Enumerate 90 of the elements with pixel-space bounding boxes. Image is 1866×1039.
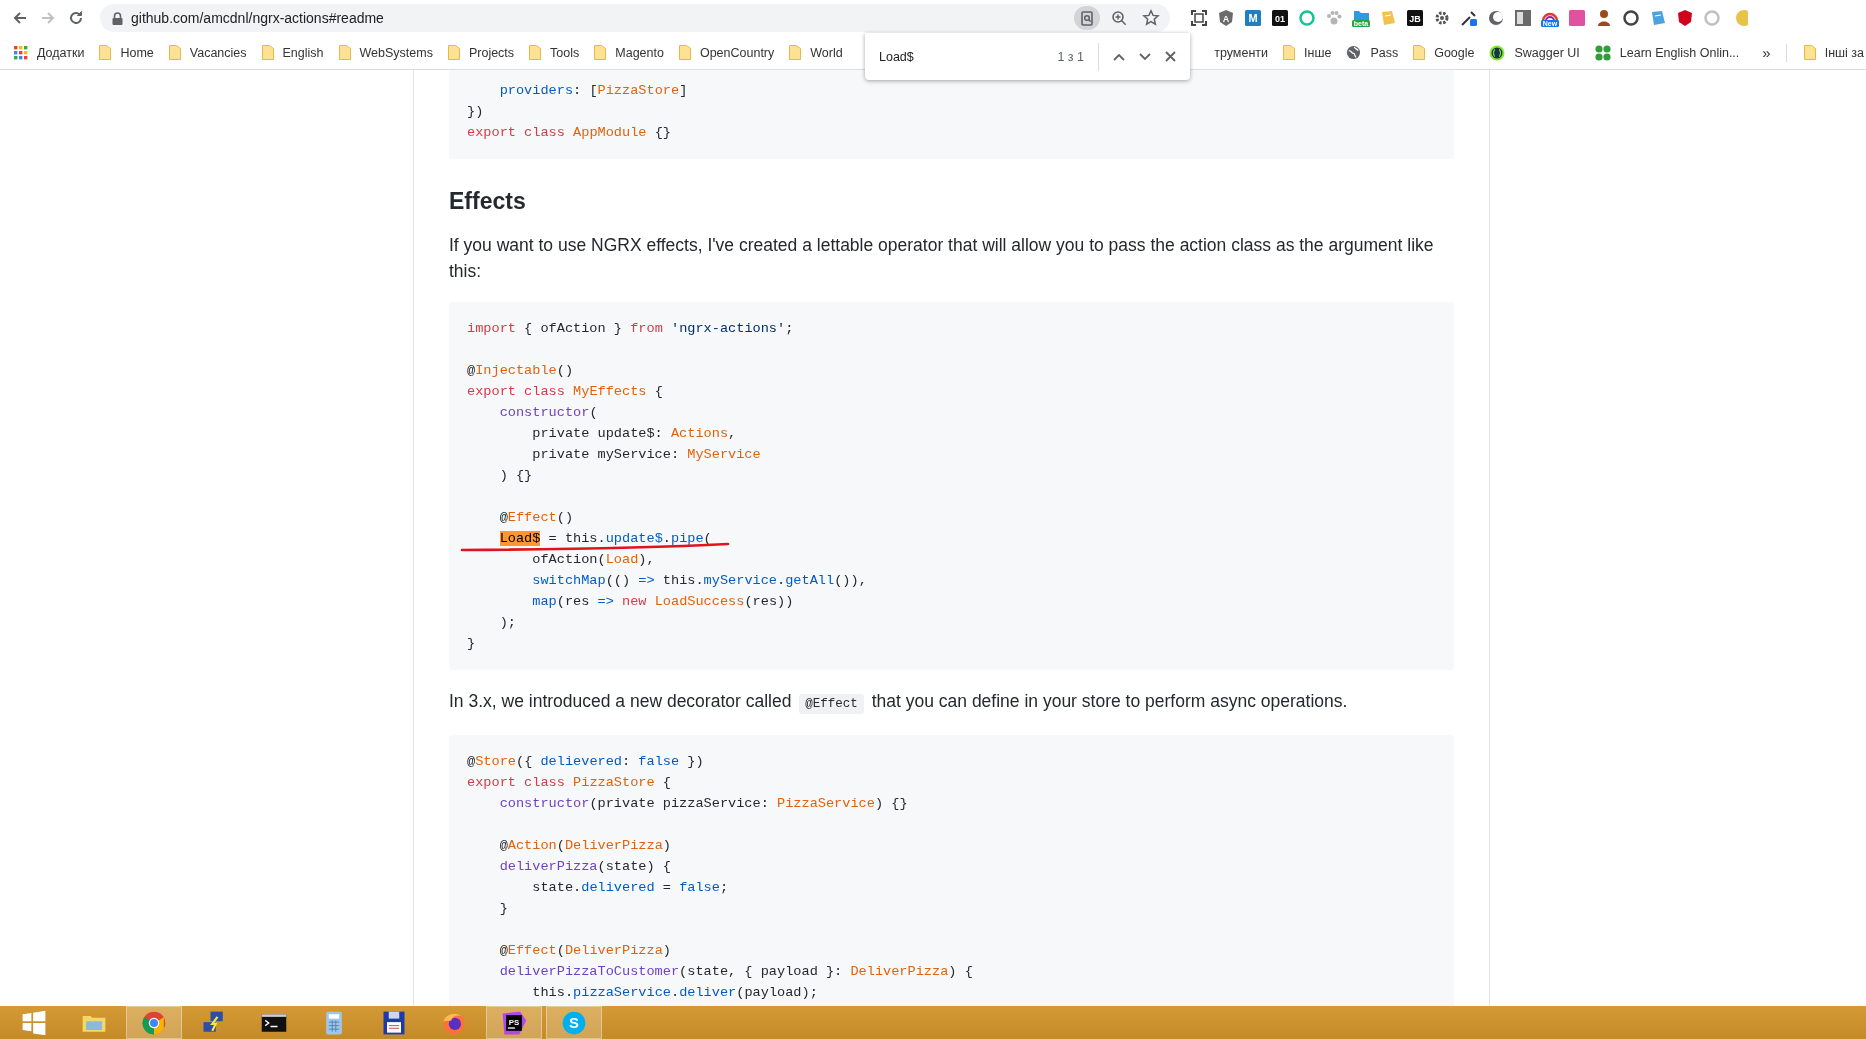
bookmark[interactable]: трументи <box>1212 41 1270 64</box>
match-count: 1 з 1 <box>1057 49 1085 64</box>
code-line: switchMap(() => this.myService.getAll()), <box>531 573 867 588</box>
eyedropper-icon[interactable] <box>1460 9 1478 27</box>
folder-icon <box>789 45 802 60</box>
lock-icon[interactable] <box>112 11 123 25</box>
shield-icon[interactable]: A <box>1217 9 1235 27</box>
folder-icon <box>168 45 181 60</box>
bookmark[interactable]: Інше <box>1281 41 1334 64</box>
bookmark[interactable]: English <box>259 41 326 64</box>
more-bookmarks-button[interactable]: » <box>1762 44 1771 61</box>
bookmark[interactable]: Vacancies <box>166 41 249 64</box>
code-line: private update$: Actions, <box>531 426 737 441</box>
bookmark[interactable]: Projects <box>445 41 517 64</box>
folder-icon <box>447 45 460 60</box>
paragraph: If you want to use NGRX effects, I've created a lettable operator that will allow you to pass the action class as the argument like this: <box>449 234 1435 283</box>
bookmark[interactable]: Pass <box>1344 41 1401 64</box>
panel-icon[interactable] <box>1514 9 1532 27</box>
shield-icon[interactable] <box>1676 9 1694 27</box>
code-line: ofAction(Load), <box>531 552 655 567</box>
bookmark[interactable]: Swagger UI <box>1487 40 1582 65</box>
code-line: import { ofAction } from 'ngrx-actions'; <box>467 321 794 336</box>
moon-icon[interactable] <box>1487 9 1505 27</box>
code-line: ); <box>498 615 516 630</box>
figure-icon[interactable] <box>1595 9 1613 27</box>
bookmark[interactable]: Home <box>97 41 156 64</box>
bookmark[interactable]: World <box>787 41 845 64</box>
bookmark[interactable]: Google <box>1411 41 1477 64</box>
code-line: state.delivered = false; <box>531 880 729 895</box>
address-bar[interactable]: github.com/amcdnl/ngrx-actions#readme <box>100 4 1170 32</box>
code-line: providers: [PizzaStore] <box>498 83 688 98</box>
code-line: deliverPizzaToCustomer(state, { payload }: DeliverPizza) { <box>498 964 973 979</box>
tile-icon[interactable] <box>1568 9 1586 27</box>
bookmark[interactable]: WebSystems <box>336 41 435 64</box>
gear-icon[interactable] <box>1433 9 1451 27</box>
code-line: @Effect(DeliverPizza) <box>498 943 671 958</box>
apps-icon[interactable] <box>14 45 28 60</box>
code-line: }) <box>467 104 484 119</box>
reload-icon[interactable] <box>68 10 84 26</box>
folder-icon <box>99 45 112 60</box>
folder-icon <box>1283 45 1295 60</box>
note-icon[interactable] <box>1649 9 1667 27</box>
section-heading: Effects <box>449 187 527 216</box>
back-icon[interactable] <box>12 10 28 26</box>
folder-icon <box>594 45 607 60</box>
clover-icon <box>1594 44 1611 61</box>
tile-icon[interactable]: JB <box>1406 9 1424 27</box>
tile-icon[interactable]: M <box>1244 9 1262 27</box>
bookmark[interactable]: Інші за <box>1801 41 1866 64</box>
code-line: map(res => new LoadSuccess(res)) <box>531 594 794 609</box>
code-line: private myService: MyService <box>531 447 761 462</box>
folder-icon <box>678 45 691 60</box>
folder-icon <box>338 45 351 60</box>
bookmark[interactable]: Magento <box>592 41 666 64</box>
find-in-page-icon[interactable] <box>1074 6 1100 30</box>
paragraph: In 3.x, we introduced a new decorator called @Effect that you can define in your store to perform async operations. <box>449 688 1454 717</box>
code-line: @Injectable() <box>467 363 574 378</box>
globe-icon <box>1346 45 1362 60</box>
bookmark[interactable]: Tools <box>527 41 582 64</box>
code-line: } <box>467 636 476 651</box>
code-line: @Effect() <box>498 510 574 525</box>
tile-icon[interactable]: 01 <box>1271 9 1289 27</box>
folder-icon <box>1803 45 1816 60</box>
code-line: export class AppModule {} <box>467 125 671 140</box>
code-line: this.pizzaService.deliver(payload); <box>531 985 818 1000</box>
code-line: } <box>498 901 508 916</box>
bookmark[interactable]: Learn English Onlin... <box>1592 40 1742 65</box>
bookmark[interactable]: OpenCountry <box>676 41 777 64</box>
windows-icon[interactable] <box>20 1008 48 1037</box>
code-line: @Action(DeliverPizza) <box>498 838 671 853</box>
chevron-up-icon[interactable] <box>1113 52 1125 61</box>
code-line: export class PizzaStore { <box>467 775 671 790</box>
code-line: constructor( <box>498 405 598 420</box>
bookmark[interactable]: Додатки <box>12 41 87 64</box>
code-line: export class MyEffects { <box>467 384 663 399</box>
close-icon[interactable] <box>1165 51 1176 62</box>
chevron-down-icon[interactable] <box>1139 52 1151 61</box>
code-line: @Store({ delievered: false }) <box>467 754 704 769</box>
taskbar-button[interactable] <box>126 1006 182 1039</box>
folder-icon <box>261 45 274 60</box>
code-line: constructor(private pizzaService: PizzaService) {} <box>498 796 908 811</box>
code-line: deliverPizza(state) { <box>498 859 671 874</box>
ring-icon[interactable] <box>1622 9 1640 27</box>
folder-icon <box>529 45 542 60</box>
code-line: ) {} <box>498 468 533 483</box>
crop-icon[interactable] <box>1190 9 1208 27</box>
find-field[interactable]: Load$ <box>879 47 1029 66</box>
taskbar-button[interactable]: PS <box>486 1006 542 1039</box>
folder-icon <box>1413 45 1426 60</box>
braces-icon <box>1489 44 1506 61</box>
